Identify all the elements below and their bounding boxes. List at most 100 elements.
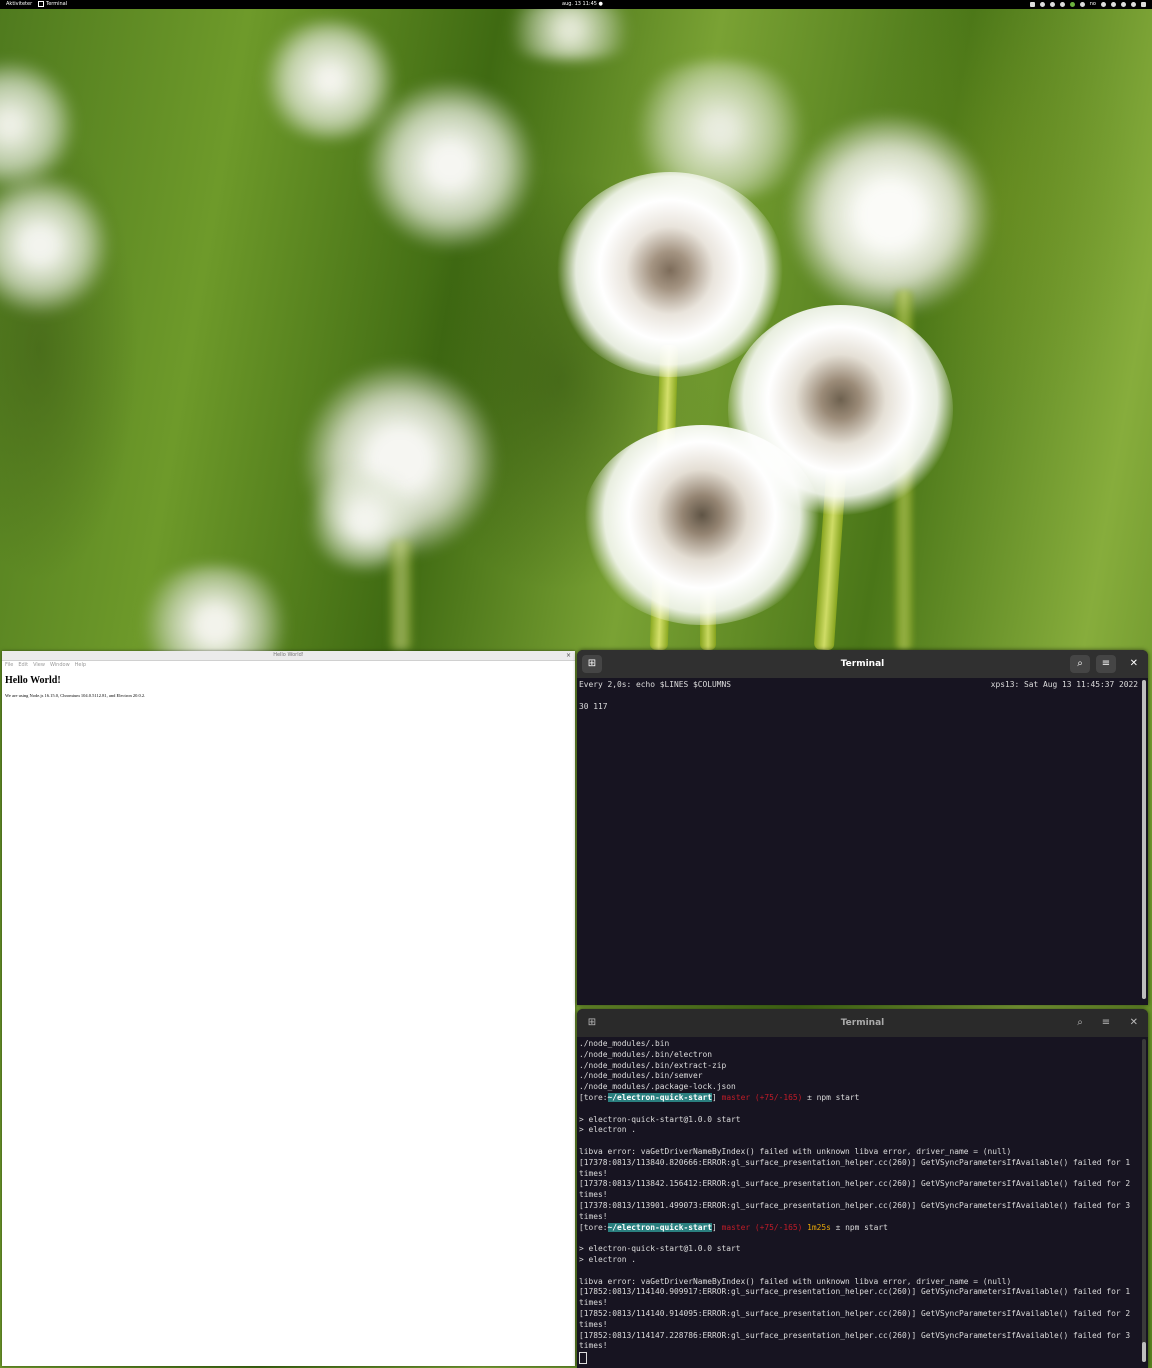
clock[interactable]: aug. 13 11:45 ● <box>562 0 603 9</box>
terminal-headerbar[interactable]: ⊞ Terminal ⌕ ≡ ✕ <box>577 1009 1148 1037</box>
close-icon[interactable]: × <box>566 651 571 660</box>
version-info: We are using Node.js 16.15.0, Chromium 1… <box>5 693 146 698</box>
bluetooth-icon <box>1111 2 1116 7</box>
volume-icon <box>1121 2 1126 7</box>
app-menu-terminal[interactable]: Terminal <box>38 0 67 9</box>
terminal-line: > electron . <box>579 1254 637 1264</box>
hamburger-menu-icon[interactable]: ≡ <box>1096 655 1116 673</box>
git-diff-stat: (+75/-165) <box>754 1222 803 1232</box>
tray-app-icon <box>1029 2 1035 7</box>
system-tray[interactable]: no <box>1029 0 1146 9</box>
text-cursor <box>579 1352 587 1365</box>
menu-file[interactable]: File <box>5 661 13 669</box>
search-icon[interactable]: ⌕ <box>1070 655 1090 673</box>
terminal-line: > electron-quick-start@1.0.0 start <box>579 1244 741 1254</box>
terminal-line: > electron-quick-start@1.0.0 start <box>579 1114 741 1124</box>
dandelion-seed-head <box>582 425 822 625</box>
tray-app-icon <box>1059 2 1065 7</box>
electron-titlebar[interactable]: Hello World! × <box>2 651 575 661</box>
terminal-line: times! <box>579 1341 608 1351</box>
wallpaper-blur-puff <box>360 80 540 250</box>
prompt-directory: ~/electron-quick-start <box>607 1222 713 1232</box>
git-branch: master <box>721 1092 751 1102</box>
command-duration: 1m25s <box>807 1222 831 1232</box>
watch-output: 30 117 <box>579 701 608 711</box>
terminal-line: [17378:0813/113840.820666:ERROR:gl_surfa… <box>579 1157 1131 1167</box>
menu-edit[interactable]: Edit <box>18 661 28 669</box>
menu-help[interactable]: Help <box>75 661 86 669</box>
terminal-title: Terminal <box>840 1018 885 1028</box>
terminal-app-icon <box>38 0 44 7</box>
terminal-line: [17852:0813/114140.909917:ERROR:gl_surfa… <box>579 1287 1131 1297</box>
close-icon[interactable]: ✕ <box>1130 650 1138 678</box>
prompt-directory: ~/electron-quick-start <box>607 1092 713 1102</box>
terminal-line: times! <box>579 1211 608 1221</box>
search-icon[interactable]: ⌕ <box>1070 1014 1090 1032</box>
terminal-window-bottom: ⊞ Terminal ⌕ ≡ ✕ ./node_modules/.bin ./no… <box>577 1009 1148 1368</box>
tray-app-icon <box>1069 2 1075 7</box>
close-icon[interactable]: ✕ <box>1130 1009 1138 1037</box>
hamburger-menu-icon[interactable]: ≡ <box>1096 1014 1116 1032</box>
page-heading: Hello World! <box>5 675 61 686</box>
terminal-line: > electron . <box>579 1125 637 1135</box>
terminal-line: [17852:0813/114140.914095:ERROR:gl_surfa… <box>579 1308 1131 1318</box>
shell-prompt: [tore:~/electron-quick-start] master (+7… <box>579 1092 1138 1104</box>
terminal-line: ./node_modules/.package-lock.json <box>579 1082 736 1092</box>
wallpaper-blur-puff <box>0 170 110 320</box>
wallpaper-blur-puff <box>490 0 650 60</box>
prompt-user: [tore: <box>579 1222 608 1232</box>
terminal-line: ./node_modules/.bin <box>579 1039 670 1048</box>
terminal-headerbar[interactable]: ⊞ Terminal ⌕ ≡ ✕ <box>577 650 1148 678</box>
terminal-line: times! <box>579 1319 608 1329</box>
prompt-command: ± npm start <box>807 1092 860 1102</box>
activities-button[interactable]: Aktiviteter <box>6 0 32 9</box>
tray-app-icon <box>1079 2 1085 7</box>
scrollbar-thumb[interactable] <box>1142 1342 1146 1362</box>
prompt-command: ± npm start <box>835 1222 888 1232</box>
keyboard-layout-label: no <box>1089 1 1096 7</box>
terminal-output[interactable]: ./node_modules/.bin ./node_modules/.bin/e… <box>577 1037 1148 1368</box>
terminal-line: [17378:0813/113842.156412:ERROR:gl_surfa… <box>579 1179 1131 1189</box>
terminal-line: libva error: vaGetDriverNameByIndex() fa… <box>579 1276 1012 1286</box>
menu-window[interactable]: Window <box>50 661 70 669</box>
prompt-user: [tore: <box>579 1092 608 1102</box>
git-branch: master <box>721 1222 751 1232</box>
terminal-line: [17378:0813/113901.499073:ERROR:gl_surfa… <box>579 1200 1131 1210</box>
terminal-line: ./node_modules/.bin/extract-zip <box>579 1060 727 1070</box>
electron-window: Hello World! × File Edit View Window Hel… <box>2 651 575 1366</box>
top-bar: Aktiviteter Terminal aug. 13 11:45 ● no <box>0 0 1152 9</box>
electron-content: Hello World! We are using Node.js 16.15.… <box>2 675 575 698</box>
app-name: Terminal <box>46 1 68 7</box>
terminal-line: times! <box>579 1298 608 1308</box>
tray-app-icon <box>1049 2 1055 7</box>
terminal-title: Terminal <box>840 659 885 669</box>
scrollbar-thumb[interactable] <box>1142 680 1146 999</box>
dandelion-stem <box>390 540 412 650</box>
wallpaper-blur-puff <box>780 115 1000 315</box>
prompt-bracket: ] <box>712 1222 717 1232</box>
terminal-output[interactable]: Every 2,0s: echo $LINES $COLUMNS xps13: S… <box>577 678 1148 1005</box>
terminal-cursor-line <box>579 1352 1138 1365</box>
git-diff-stat: (+75/-165) <box>754 1092 803 1102</box>
shell-prompt: [tore:~/electron-quick-start] master (+7… <box>579 1222 1138 1234</box>
terminal-line: ./node_modules/.bin/electron <box>579 1049 713 1059</box>
clock-label: aug. 13 11:45 <box>562 1 597 7</box>
electron-window-title: Hello World! <box>273 652 304 658</box>
terminal-line: libva error: vaGetDriverNameByIndex() fa… <box>579 1146 1012 1156</box>
power-icon <box>1131 2 1136 7</box>
watch-host-time: xps13: Sat Aug 13 11:45:37 2022 <box>990 680 1138 689</box>
menu-view[interactable]: View <box>33 661 45 669</box>
terminal-scrollbar[interactable] <box>1142 680 1146 999</box>
notification-dot-icon: ● <box>598 1 603 7</box>
terminal-window-top: ⊞ Terminal ⌕ ≡ ✕ Every 2,0s: echo $LINES… <box>577 650 1148 1005</box>
electron-menubar: File Edit View Window Help <box>2 661 575 669</box>
terminal-scrollbar[interactable] <box>1142 1039 1146 1362</box>
wifi-icon <box>1101 2 1106 7</box>
terminal-line: [17852:0813/114147.228786:ERROR:gl_surfa… <box>579 1330 1131 1340</box>
battery-icon <box>1141 2 1146 7</box>
